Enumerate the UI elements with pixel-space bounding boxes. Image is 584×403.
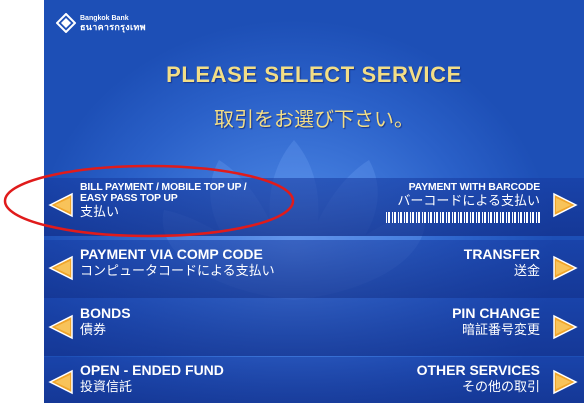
other-services-button[interactable]: OTHER SERVICES その他の取引 bbox=[417, 362, 540, 396]
bank-name-th: ธนาคารกรุงเทพ bbox=[80, 22, 146, 32]
other-services-label: OTHER SERVICES bbox=[416, 362, 540, 378]
other-services-label-jp: その他の取引 bbox=[461, 380, 540, 395]
comp-code-label-jp: コンピュータコードによる支払い bbox=[80, 264, 275, 279]
pin-change-button[interactable]: PIN CHANGE 暗証番号変更 bbox=[452, 305, 540, 339]
bank-logo: Bangkok Bank ธนาคารกรุงเทพ bbox=[56, 13, 146, 33]
arrow-right-icon[interactable] bbox=[550, 368, 578, 396]
transfer-label: TRANSFER bbox=[463, 246, 540, 262]
arrow-left-icon[interactable] bbox=[48, 313, 76, 341]
comp-code-label: PAYMENT VIA COMP CODE bbox=[80, 246, 263, 262]
bonds-label: BONDS bbox=[80, 305, 131, 321]
arrow-right-icon[interactable] bbox=[550, 313, 578, 341]
barcode-graphic bbox=[386, 212, 540, 223]
transfer-label-jp: 送金 bbox=[513, 264, 540, 279]
bangkok-bank-logo-icon bbox=[56, 13, 76, 33]
bonds-label-jp: 債券 bbox=[80, 323, 107, 338]
pin-change-label-jp: 暗証番号変更 bbox=[461, 323, 540, 338]
page-title-jp: 取引をお選び下さい。 bbox=[214, 107, 414, 131]
barcode-payment-label: PAYMENT WITH BARCODE bbox=[408, 181, 541, 193]
arrow-left-icon[interactable] bbox=[48, 254, 76, 282]
arrow-right-icon[interactable] bbox=[550, 254, 578, 282]
open-ended-fund-label: OPEN - ENDED FUND bbox=[80, 362, 224, 378]
highlight-circle-annotation bbox=[3, 164, 295, 238]
open-ended-fund-button[interactable]: OPEN - ENDED FUND 投資信託 bbox=[80, 362, 224, 396]
arrow-left-icon[interactable] bbox=[48, 368, 76, 396]
pin-change-label: PIN CHANGE bbox=[452, 305, 540, 321]
arrow-right-icon[interactable] bbox=[550, 191, 578, 219]
bonds-button[interactable]: BONDS 債券 bbox=[80, 305, 131, 339]
transfer-button[interactable]: TRANSFER 送金 bbox=[464, 246, 540, 280]
page-title: PLEASE SELECT SERVICE bbox=[166, 62, 462, 87]
comp-code-payment-button[interactable]: PAYMENT VIA COMP CODE コンピュータコードによる支払い bbox=[80, 246, 275, 280]
barcode-payment-label-jp: バーコードによる支払い bbox=[397, 194, 540, 209]
open-ended-fund-label-jp: 投資信託 bbox=[80, 380, 133, 395]
barcode-payment-button[interactable]: PAYMENT WITH BARCODE バーコードによる支払い bbox=[386, 182, 540, 223]
